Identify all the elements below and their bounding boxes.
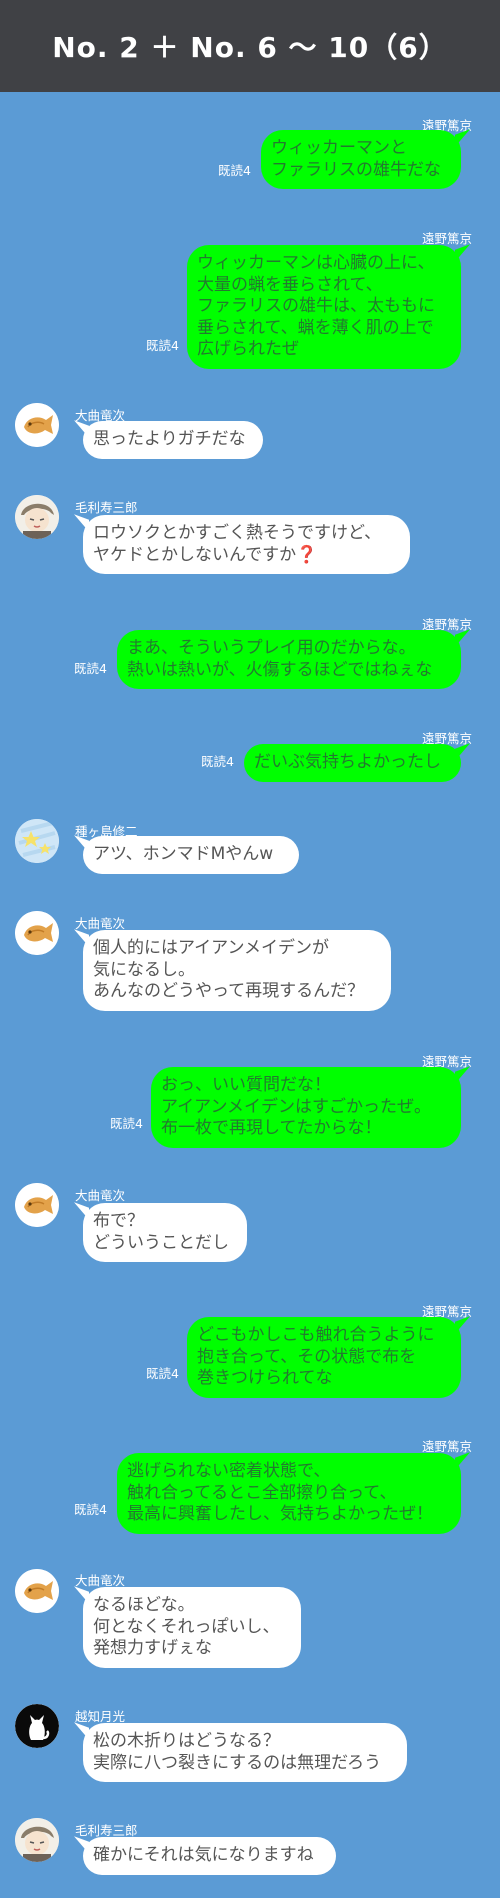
message-bubble[interactable]: まあ、そういうプレイ用のだからな。 熱いは熱いが、火傷するほどではねぇな [117, 630, 461, 689]
taiyaki-icon[interactable] [15, 403, 59, 447]
taiyaki-icon[interactable] [15, 911, 59, 955]
message-bubble[interactable]: どこもかしこも触れ合うように 抱き合って、その状態で布を 巻きつけられてな [187, 1317, 461, 1398]
read-receipt: 既読4 [146, 1366, 179, 1381]
read-receipt: 既読4 [146, 338, 179, 353]
sender-name: 毛利寿三郎 [75, 500, 138, 515]
sleepy-character-icon[interactable] [15, 1818, 59, 1862]
read-receipt: 既読4 [110, 1116, 143, 1131]
taiyaki-icon[interactable] [15, 1569, 59, 1613]
message-bubble[interactable]: アツ、ホンマドMやんw [83, 836, 299, 874]
message-bubble[interactable]: 思ったよりガチだな [83, 421, 263, 459]
message-bubble[interactable]: ウィッカーマンは心臓の上に、 大量の蝋を垂らされて、 ファラリスの雄牛は、太もも… [187, 245, 461, 369]
read-receipt: 既読4 [218, 163, 251, 178]
message-bubble[interactable]: 布で？ どういうことだし [83, 1203, 247, 1262]
read-receipt: 既読4 [201, 754, 234, 769]
stars-icon[interactable] [15, 819, 59, 863]
message-list[interactable]: 遠野篤京 ウィッカーマンと ファラリスの雄牛だな 既読4 遠野篤京 ウィッカーマンは心臓… [0, 0, 500, 1898]
message-bubble[interactable]: ロウソクとかすごく熱そうですけど、 ヤケドとかしないんですか❓ [83, 515, 410, 574]
message-bubble[interactable]: 逃げられない密着状態で、 触れ合ってるとこ全部擦り合って、 最高に興奮したし、気… [117, 1453, 461, 1534]
message-bubble[interactable]: おっ、いい質問だな！ アイアンメイデンはすごかったぜ。 布一枚で再現してたからな… [151, 1067, 461, 1148]
message-bubble[interactable]: 個人的にはアイアンメイデンが 気になるし。 あんなのどうやって再現するんだ？ [83, 930, 391, 1011]
taiyaki-icon[interactable] [15, 1183, 59, 1227]
read-receipt: 既読4 [74, 1502, 107, 1517]
message-bubble[interactable]: だいぶ気持ちよかったし [244, 744, 461, 782]
message-bubble[interactable]: なるほどな。 何となくそれっぽいし、 発想力すげぇな [83, 1587, 301, 1668]
message-bubble[interactable]: ウィッカーマンと ファラリスの雄牛だな [261, 130, 461, 189]
sleepy-character-icon[interactable] [15, 495, 59, 539]
read-receipt: 既読4 [74, 661, 107, 676]
message-bubble[interactable]: 松の木折りはどうなる？ 実際に八つ裂きにするのは無理だろう [83, 1723, 407, 1782]
sender-name: 大曲竜次 [75, 1188, 126, 1203]
message-bubble[interactable]: 確かにそれは気になりますね [83, 1837, 336, 1875]
cat-silhouette-icon[interactable] [15, 1704, 59, 1748]
